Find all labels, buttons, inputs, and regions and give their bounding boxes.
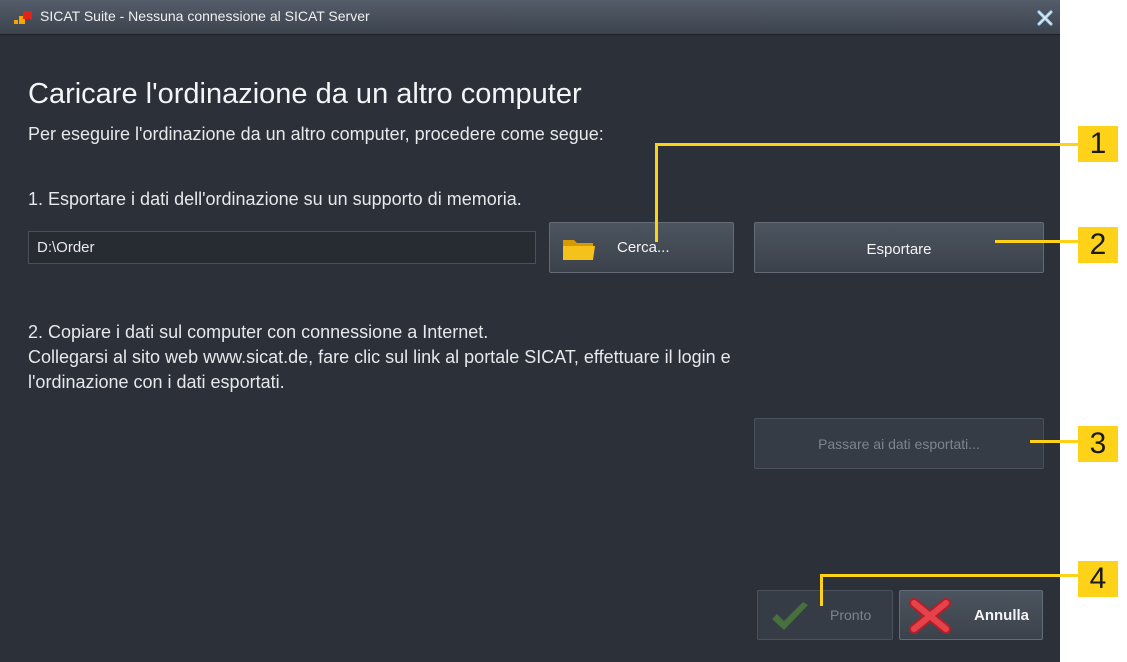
go-to-exported-data-label: Passare ai dati esportati... (818, 435, 980, 452)
step2-text: 2. Copiare i dati sul computer con conne… (28, 320, 731, 395)
page-title: Caricare l'ordinazione da un altro compu… (28, 78, 582, 110)
folder-icon (562, 237, 596, 261)
callout-badge-4: 4 (1078, 561, 1118, 597)
step2-line: l'ordinazione con i dati esportati. (28, 372, 285, 392)
step1-text: 1. Esportare i dati dell'ordinazione su … (28, 189, 522, 209)
cross-icon (908, 598, 952, 634)
browse-label: Cerca... (617, 239, 670, 256)
callout-line-2 (995, 240, 1080, 243)
callout-line-3 (1030, 440, 1080, 443)
export-button[interactable]: Esportare (754, 222, 1044, 273)
done-button[interactable]: Pronto (757, 590, 893, 640)
step2-line: 2. Copiare i dati sul computer con conne… (28, 322, 489, 342)
go-to-exported-data-button[interactable]: Passare ai dati esportati... (754, 418, 1044, 469)
step2-line: Collegarsi al sito web www.sicat.de, far… (28, 347, 731, 367)
callout-badge-3: 3 (1078, 426, 1118, 462)
window-title: SICAT Suite - Nessuna connessione al SIC… (40, 8, 370, 24)
check-icon (770, 601, 810, 633)
callout-line-1 (655, 143, 1080, 146)
cancel-button[interactable]: Annulla (899, 590, 1043, 640)
dialog-window: SICAT Suite - Nessuna connessione al SIC… (0, 0, 1060, 662)
browse-button[interactable]: Cerca... (549, 222, 734, 273)
cancel-label: Annulla (974, 607, 1029, 624)
done-label: Pronto (830, 607, 872, 623)
close-icon[interactable] (1036, 9, 1054, 27)
title-bar[interactable]: SICAT Suite - Nessuna connessione al SIC… (0, 0, 1060, 35)
export-label: Esportare (866, 241, 932, 258)
callout-line-4 (820, 574, 823, 606)
app-logo-icon (14, 11, 34, 25)
intro-text: Per eseguire l'ordinazione da un altro c… (28, 124, 604, 144)
export-path-input[interactable] (28, 231, 536, 264)
callout-badge-1: 1 (1078, 126, 1118, 162)
callout-line-4 (820, 574, 1080, 577)
callout-line-1 (655, 143, 658, 242)
callout-badge-2: 2 (1078, 227, 1118, 263)
